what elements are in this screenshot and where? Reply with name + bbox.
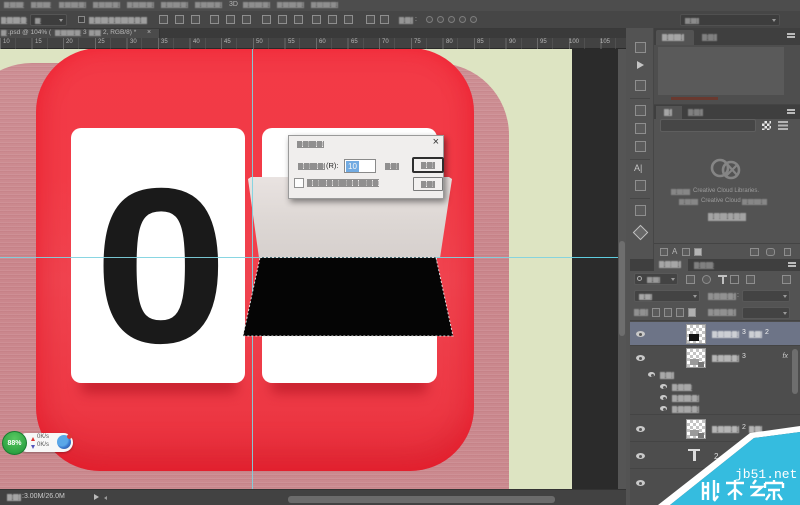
svg-text:jb51.net: jb51.net	[735, 467, 797, 482]
